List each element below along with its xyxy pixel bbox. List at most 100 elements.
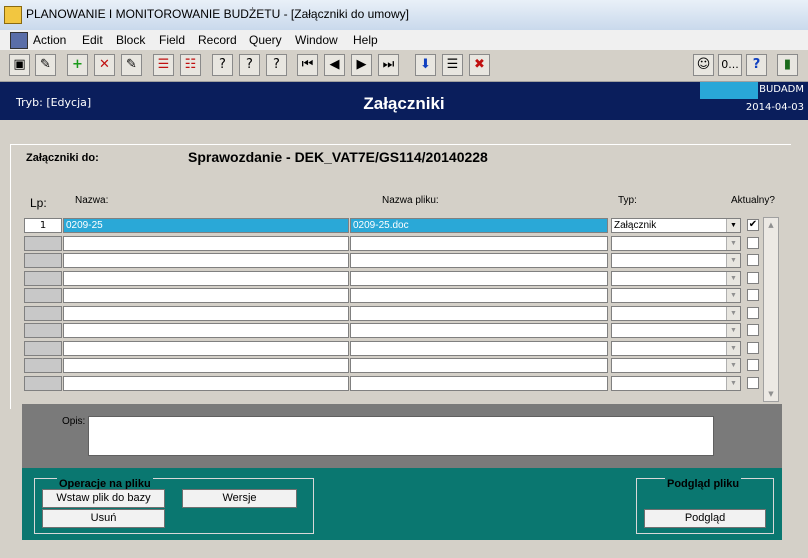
row-aktualny-checkbox[interactable] bbox=[747, 254, 759, 266]
query-1-icon[interactable]: ? bbox=[212, 54, 233, 76]
row-typ-select[interactable]: ▼ bbox=[611, 271, 741, 286]
row-typ-select[interactable]: ▼ bbox=[611, 323, 741, 338]
row-nazwa-pliku-field[interactable] bbox=[350, 341, 608, 356]
row-nazwa-field[interactable]: 0209-25 bbox=[63, 218, 349, 233]
help-book-icon[interactable]: ☺ bbox=[693, 54, 714, 76]
table-scrollbar[interactable]: ▲ ▼ bbox=[763, 217, 779, 402]
row-typ-select[interactable]: ▼ bbox=[611, 358, 741, 373]
menu-window[interactable]: Window bbox=[295, 33, 338, 47]
execute-query-icon[interactable]: ☷ bbox=[180, 54, 201, 76]
file-actions-section: Operacje na pliku Wstaw plik do bazy Wer… bbox=[22, 468, 782, 540]
chevron-down-icon[interactable]: ▼ bbox=[726, 289, 740, 302]
exit-form-icon[interactable]: ✖ bbox=[469, 54, 490, 76]
chevron-down-icon[interactable]: ▼ bbox=[726, 254, 740, 267]
versions-button[interactable]: Wersje bbox=[182, 489, 297, 508]
user-info: BUDADM 2014-04-03 bbox=[700, 82, 808, 120]
menu-help[interactable]: Help bbox=[353, 33, 378, 47]
exit-icon[interactable]: ▮ bbox=[777, 54, 798, 76]
col-typ: Typ: bbox=[618, 195, 637, 206]
query-3-icon[interactable]: ? bbox=[266, 54, 287, 76]
scroll-down-icon[interactable]: ▼ bbox=[764, 387, 778, 401]
help-icon[interactable]: ? bbox=[746, 54, 767, 76]
chevron-down-icon[interactable]: ▼ bbox=[726, 324, 740, 337]
chevron-down-icon[interactable]: ▼ bbox=[726, 237, 740, 250]
form-menu-icon[interactable] bbox=[10, 32, 28, 49]
row-aktualny-checkbox[interactable]: ✔ bbox=[747, 219, 759, 231]
delete-record-icon[interactable]: ✕ bbox=[94, 54, 115, 76]
row-typ-select[interactable]: ▼ bbox=[611, 236, 741, 251]
next-record-icon[interactable]: ▶ bbox=[351, 54, 372, 76]
row-nazwa-field[interactable] bbox=[63, 358, 349, 373]
zero-button[interactable]: 0... bbox=[718, 54, 742, 76]
row-aktualny-checkbox[interactable] bbox=[747, 289, 759, 301]
menu-query[interactable]: Query bbox=[249, 33, 282, 47]
row-nazwa-pliku-field[interactable] bbox=[350, 236, 608, 251]
menu-action[interactable]: Action bbox=[33, 33, 66, 47]
row-aktualny-checkbox[interactable] bbox=[747, 237, 759, 249]
menu-record[interactable]: Record bbox=[198, 33, 237, 47]
scroll-up-icon[interactable]: ▲ bbox=[764, 218, 778, 232]
row-nazwa-field[interactable] bbox=[63, 288, 349, 303]
row-aktualny-checkbox[interactable] bbox=[747, 324, 759, 336]
current-date: 2014-04-03 bbox=[745, 102, 804, 113]
row-typ-select[interactable]: ▼ bbox=[611, 306, 741, 321]
row-lp bbox=[24, 376, 62, 391]
insert-file-button[interactable]: Wstaw plik do bazy bbox=[42, 489, 165, 508]
row-nazwa-field[interactable] bbox=[63, 341, 349, 356]
row-aktualny-checkbox[interactable] bbox=[747, 272, 759, 284]
row-typ-select[interactable]: ▼ bbox=[611, 253, 741, 268]
previous-record-icon[interactable]: ◀ bbox=[324, 54, 345, 76]
query-2-icon[interactable]: ? bbox=[239, 54, 260, 76]
row-lp bbox=[24, 323, 62, 338]
col-nazwa-pliku: Nazwa pliku: bbox=[382, 195, 439, 206]
row-nazwa-field[interactable] bbox=[63, 253, 349, 268]
row-aktualny-checkbox[interactable] bbox=[747, 342, 759, 354]
opis-field[interactable] bbox=[88, 416, 714, 456]
menu-block[interactable]: Block bbox=[116, 33, 145, 47]
row-nazwa-pliku-field[interactable] bbox=[350, 376, 608, 391]
row-nazwa-field[interactable] bbox=[63, 306, 349, 321]
row-nazwa-pliku-field[interactable] bbox=[350, 358, 608, 373]
row-typ-select[interactable]: Załącznik ▼ bbox=[611, 218, 741, 233]
menu-field[interactable]: Field bbox=[159, 33, 185, 47]
first-record-icon[interactable]: ⏮ bbox=[297, 54, 318, 76]
row-aktualny-checkbox[interactable] bbox=[747, 307, 759, 319]
chevron-down-icon[interactable]: ▼ bbox=[726, 359, 740, 372]
row-nazwa-field[interactable] bbox=[63, 271, 349, 286]
enter-query-icon[interactable]: ☰ bbox=[153, 54, 174, 76]
chevron-down-icon[interactable]: ▼ bbox=[726, 272, 740, 285]
file-preview-title: Podgląd pliku bbox=[665, 478, 742, 490]
menu-edit[interactable]: Edit bbox=[82, 33, 103, 47]
preview-button[interactable]: Podgląd bbox=[644, 509, 766, 528]
list-icon[interactable]: ☰ bbox=[442, 54, 463, 76]
row-nazwa-pliku-field[interactable] bbox=[350, 271, 608, 286]
opis-label: Opis: bbox=[62, 416, 86, 427]
delete-file-button[interactable]: Usuń bbox=[42, 509, 165, 528]
row-nazwa-pliku-field[interactable] bbox=[350, 306, 608, 321]
edit-icon[interactable]: ✎ bbox=[121, 54, 142, 76]
row-typ-select[interactable]: ▼ bbox=[611, 376, 741, 391]
last-record-icon[interactable]: ⏭ bbox=[378, 54, 399, 76]
chevron-down-icon[interactable]: ▼ bbox=[726, 342, 740, 355]
window-title-bar: PLANOWANIE I MONITOROWANIE BUDŻETU - [Za… bbox=[0, 0, 808, 31]
row-nazwa-field[interactable] bbox=[63, 323, 349, 338]
row-nazwa-pliku-field[interactable] bbox=[350, 323, 608, 338]
clear-icon[interactable]: ✎ bbox=[35, 54, 56, 76]
insert-record-icon[interactable]: + bbox=[67, 54, 88, 76]
row-nazwa-pliku-field[interactable] bbox=[350, 288, 608, 303]
row-aktualny-checkbox[interactable] bbox=[747, 359, 759, 371]
chevron-down-icon[interactable]: ▼ bbox=[726, 219, 740, 232]
row-lp bbox=[24, 358, 62, 373]
download-icon[interactable]: ⬇ bbox=[415, 54, 436, 76]
row-typ-select[interactable]: ▼ bbox=[611, 341, 741, 356]
chevron-down-icon[interactable]: ▼ bbox=[726, 307, 740, 320]
form-header: Tryb: [Edycja] Załączniki BUDADM 2014-04… bbox=[0, 82, 808, 120]
row-nazwa-pliku-field[interactable]: 0209-25.doc bbox=[350, 218, 608, 233]
row-typ-select[interactable]: ▼ bbox=[611, 288, 741, 303]
row-nazwa-pliku-field[interactable] bbox=[350, 253, 608, 268]
save-icon[interactable]: ▣ bbox=[9, 54, 30, 76]
row-aktualny-checkbox[interactable] bbox=[747, 377, 759, 389]
row-nazwa-field[interactable] bbox=[63, 376, 349, 391]
row-nazwa-field[interactable] bbox=[63, 236, 349, 251]
chevron-down-icon[interactable]: ▼ bbox=[726, 377, 740, 390]
